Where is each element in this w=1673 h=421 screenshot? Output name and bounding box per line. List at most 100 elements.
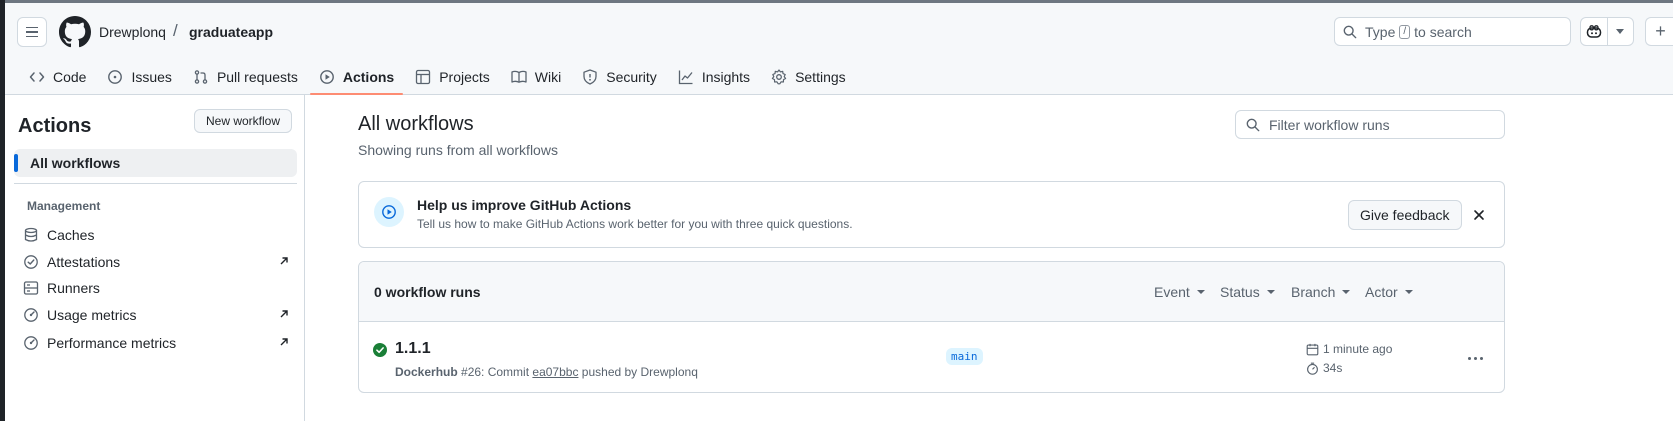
tab-insights[interactable]: Insights — [669, 58, 759, 95]
sidebar-item-label: Runners — [47, 280, 100, 296]
run-number: #26: Commit — [461, 365, 530, 379]
search-icon — [1343, 25, 1357, 38]
run-time: 1 minute ago — [1306, 342, 1392, 356]
tab-label: Projects — [439, 68, 490, 85]
run-workflow-name: Dockerhub — [395, 365, 458, 379]
close-icon[interactable] — [1468, 204, 1490, 226]
code-icon — [29, 71, 45, 82]
menu-line — [26, 26, 38, 29]
menu-line — [26, 31, 38, 33]
sidebar-item-performance-metrics[interactable]: Performance metrics — [23, 331, 291, 355]
run-commit-link[interactable]: ea07bbc — [532, 365, 578, 379]
tab-label: Issues — [131, 68, 172, 85]
create-new-button[interactable]: + — [1645, 17, 1673, 46]
sidebar-item-label: Usage metrics — [47, 307, 137, 323]
run-duration: 34s — [1306, 361, 1342, 375]
sidebar-item-usage-metrics[interactable]: Usage metrics — [23, 303, 291, 327]
repo-tabs: Code Issues Pull requests Actions Projec… — [20, 58, 858, 95]
verified-icon — [24, 255, 38, 269]
meter-icon — [24, 308, 38, 322]
tab-wiki[interactable]: Wiki — [502, 58, 570, 95]
run-pushed-by: pushed by Drewplonq — [581, 365, 698, 379]
breadcrumb-repo[interactable]: graduateapp — [189, 24, 273, 40]
tab-label: Settings — [795, 68, 846, 85]
sidebar-divider — [14, 183, 297, 184]
search-icon — [1246, 118, 1260, 131]
feedback-banner: Help us improve GitHub Actions Tell us h… — [358, 181, 1505, 248]
run-time-ago: 1 minute ago — [1323, 342, 1393, 356]
branch-filter[interactable]: Branch — [1291, 284, 1351, 300]
external-link-icon — [280, 257, 288, 265]
filter-placeholder: Filter workflow runs — [1269, 116, 1390, 133]
server-icon — [23, 281, 39, 295]
banner-heading: Help us improve GitHub Actions — [417, 197, 632, 213]
event-filter[interactable]: Event — [1154, 284, 1205, 300]
actions-sidebar: Actions New workflow All workflows Manag… — [5, 95, 305, 421]
actor-filter[interactable]: Actor — [1365, 284, 1413, 300]
chevron-down-icon — [1196, 290, 1205, 294]
tab-issues[interactable]: Issues — [98, 58, 180, 95]
sidebar-item-runners[interactable]: Runners — [23, 276, 291, 300]
filter-workflow-runs-input[interactable]: Filter workflow runs — [1235, 110, 1505, 139]
sidebar-title: Actions — [18, 115, 92, 137]
branch-label[interactable]: main — [946, 348, 983, 365]
dot — [1479, 356, 1483, 360]
repo-header: Drewplonq / graduateapp Type / to search… — [5, 3, 1673, 95]
new-workflow-button[interactable]: New workflow — [194, 109, 293, 133]
sidebar-item-caches[interactable]: Caches — [23, 223, 291, 247]
tab-label: Security — [606, 68, 657, 85]
run-meta: Dockerhub #26: Commit ea07bbc pushed by … — [395, 365, 698, 379]
filter-label: Actor — [1365, 284, 1398, 300]
tab-projects[interactable]: Projects — [406, 58, 499, 95]
sidebar-item-all-workflows[interactable]: All workflows — [14, 149, 297, 177]
give-feedback-button[interactable]: Give feedback — [1348, 200, 1462, 230]
chevron-down-icon — [1266, 290, 1275, 294]
workflow-runs-table: 0 workflow runs Event Status Branch Acto… — [358, 261, 1505, 393]
run-duration-value: 34s — [1323, 361, 1343, 375]
status-filter[interactable]: Status — [1220, 284, 1275, 300]
tab-pull-requests[interactable]: Pull requests — [184, 58, 307, 95]
search-shortcut-key: / — [1399, 24, 1411, 39]
tab-code[interactable]: Code — [20, 58, 95, 95]
tab-label: Pull requests — [216, 68, 298, 85]
copilot-button[interactable] — [1580, 17, 1634, 46]
breadcrumb-owner[interactable]: Drewplonq — [99, 24, 166, 40]
git-pull-request-icon — [194, 69, 208, 84]
sidebar-item-label: Attestations — [47, 254, 121, 270]
runs-count: 0 workflow runs — [374, 284, 481, 300]
chevron-down-icon — [1342, 290, 1351, 294]
banner-text: Tell us how to make GitHub Actions work … — [417, 217, 853, 231]
play-icon — [319, 69, 334, 84]
table-icon — [416, 69, 431, 84]
menu-button[interactable] — [17, 17, 47, 47]
tab-settings[interactable]: Settings — [762, 58, 855, 95]
external-link-icon — [280, 338, 288, 346]
dot — [1473, 356, 1477, 360]
filter-label: Status — [1220, 284, 1260, 300]
tab-label: Code — [53, 68, 87, 85]
chevron-down-icon[interactable] — [1606, 18, 1634, 45]
gear-icon — [771, 68, 787, 84]
runs-table-header: 0 workflow runs Event Status Branch Acto… — [359, 262, 1504, 322]
table-row[interactable]: 1.1.1 Dockerhub #26: Commit ea07bbc push… — [359, 323, 1504, 392]
menu-line — [26, 35, 38, 38]
external-link-icon — [280, 310, 288, 318]
sidebar-item-attestations[interactable]: Attestations — [23, 250, 291, 274]
tab-security[interactable]: Security — [573, 58, 666, 95]
dot — [1467, 356, 1471, 360]
github-logo-icon[interactable] — [59, 16, 91, 48]
issue-opened-icon — [108, 69, 123, 84]
tab-actions[interactable]: Actions — [309, 58, 404, 95]
search-input[interactable]: Type / to search — [1334, 17, 1571, 46]
filter-label: Branch — [1291, 284, 1336, 300]
run-title[interactable]: 1.1.1 — [395, 340, 431, 358]
calendar-icon — [1306, 343, 1319, 355]
check-circle-fill-icon — [373, 343, 387, 357]
chevron-down-icon — [1404, 290, 1413, 294]
kebab-horizontal-icon[interactable] — [1460, 348, 1490, 368]
copilot-icon[interactable] — [1581, 18, 1607, 45]
tab-label: Insights — [701, 68, 751, 85]
shield-icon — [583, 68, 597, 85]
tab-label: Wiki — [534, 68, 562, 85]
graph-icon — [678, 70, 693, 84]
